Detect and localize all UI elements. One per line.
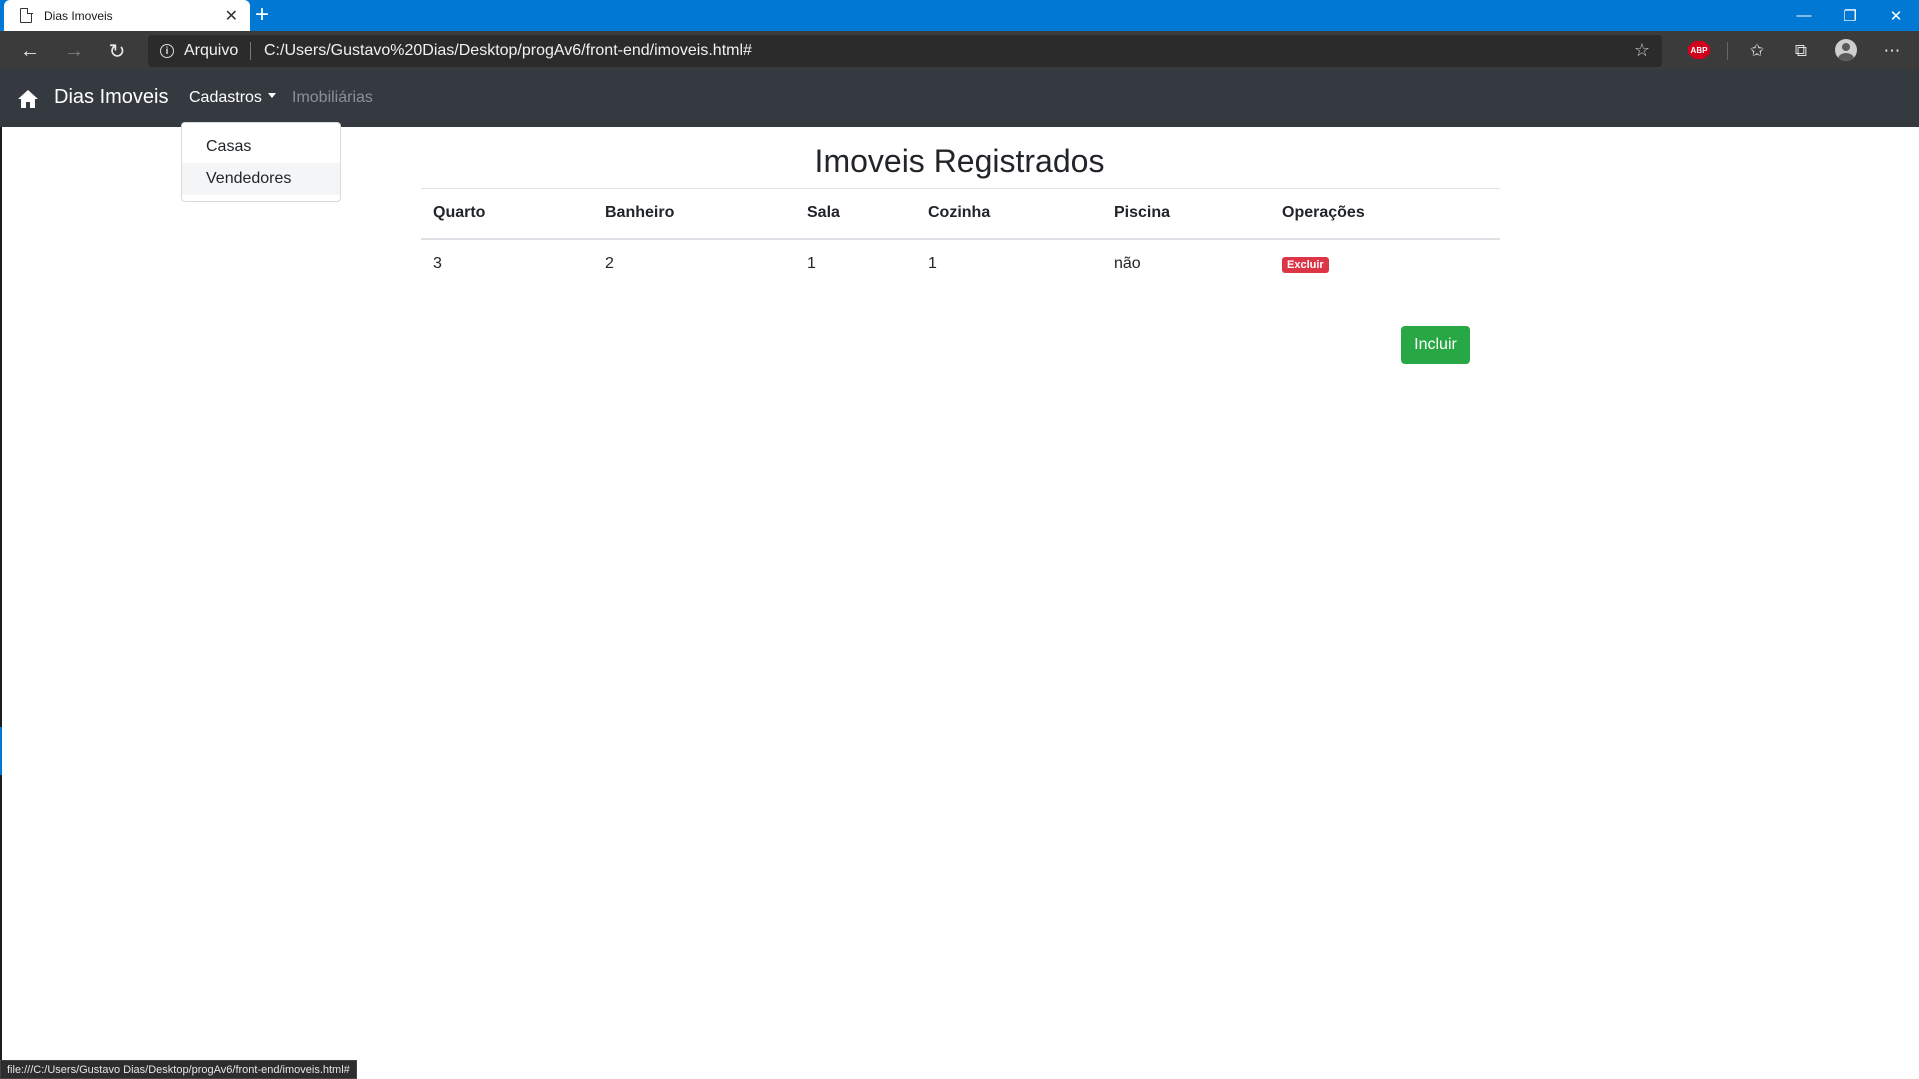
- cadastros-dropdown-menu: Casas Vendedores: [181, 122, 341, 202]
- toolbar-divider: [1727, 42, 1728, 60]
- table-header-row: Quarto Banheiro Sala Cozinha Piscina Ope…: [421, 188, 1500, 240]
- cell-banheiro: 2: [605, 255, 614, 272]
- window-left-edge-accent: [0, 727, 2, 775]
- favorites-icon[interactable]: ✩: [1745, 39, 1769, 63]
- cell-operacoes: Excluir: [1270, 239, 1500, 289]
- close-tab-icon[interactable]: ✕: [225, 6, 238, 26]
- incluir-button[interactable]: Incluir: [1401, 326, 1470, 364]
- column-header-operacoes: Operações: [1270, 188, 1500, 240]
- cell-cozinha: 1: [928, 255, 937, 272]
- collections-icon[interactable]: ⧉: [1789, 39, 1813, 63]
- tab-title: Dias Imoveis: [44, 8, 113, 23]
- tab-strip: Dias Imoveis ✕ + — ❐ ✕: [0, 0, 1919, 31]
- back-arrow-icon[interactable]: ←: [17, 38, 43, 64]
- browser-toolbar: ← → ↻ i Arquivo C:/Users/Gustavo%20Dias/…: [0, 31, 1919, 70]
- app-navbar: Dias Imoveis Cadastros Imobiliárias: [0, 70, 1919, 127]
- address-bar[interactable]: i Arquivo C:/Users/Gustavo%20Dias/Deskto…: [148, 35, 1662, 67]
- status-bar-url: file:///C:/Users/Gustavo Dias/Desktop/pr…: [0, 1060, 357, 1079]
- new-tab-button[interactable]: +: [255, 2, 269, 28]
- home-icon[interactable]: [18, 90, 38, 108]
- navbar-brand[interactable]: Dias Imoveis: [54, 86, 168, 109]
- page-icon: [20, 7, 33, 23]
- cell-sala: 1: [807, 255, 816, 272]
- forward-arrow-icon[interactable]: →: [61, 38, 87, 64]
- column-header-banheiro: Banheiro: [593, 188, 795, 240]
- browser-window: Dias Imoveis ✕ + — ❐ ✕ ← → ↻ i Arquivo C…: [0, 0, 1919, 1079]
- more-icon[interactable]: ⋯: [1880, 39, 1904, 63]
- adblock-extension-icon[interactable]: ABP: [1688, 41, 1710, 59]
- caret-down-icon: [267, 93, 276, 99]
- url-text[interactable]: C:/Users/Gustavo%20Dias/Desktop/progAv6/…: [264, 42, 752, 60]
- dropdown-item-vendedores[interactable]: Vendedores: [182, 163, 340, 195]
- nav-cadastros-dropdown[interactable]: Cadastros: [189, 89, 276, 107]
- column-header-piscina: Piscina: [1102, 188, 1270, 240]
- column-header-quarto: Quarto: [421, 188, 593, 240]
- window-left-edge: [0, 127, 2, 1079]
- minimize-button[interactable]: —: [1781, 0, 1827, 31]
- imoveis-table: Quarto Banheiro Sala Cozinha Piscina Ope…: [421, 188, 1500, 289]
- cell-quarto: 3: [433, 255, 442, 272]
- cell-piscina: não: [1114, 255, 1141, 272]
- info-icon[interactable]: i: [160, 44, 174, 58]
- column-header-cozinha: Cozinha: [916, 188, 1102, 240]
- scheme-label: Arquivo: [184, 42, 239, 59]
- window-close-button[interactable]: ✕: [1873, 0, 1919, 31]
- nav-cadastros-label: Cadastros: [189, 89, 262, 106]
- table-row: 3 2 1 1 não Excluir: [421, 239, 1500, 289]
- profile-icon[interactable]: [1835, 39, 1857, 61]
- excluir-button[interactable]: Excluir: [1282, 257, 1329, 273]
- refresh-icon[interactable]: ↻: [104, 38, 130, 64]
- nav-imobiliarias[interactable]: Imobiliárias: [292, 89, 373, 107]
- dropdown-item-casas[interactable]: Casas: [182, 131, 340, 163]
- column-header-sala: Sala: [795, 188, 916, 240]
- divider: [250, 42, 251, 60]
- restore-button[interactable]: ❐: [1827, 0, 1873, 31]
- tab-dias-imoveis[interactable]: Dias Imoveis ✕: [4, 0, 250, 31]
- star-icon[interactable]: ☆: [1634, 40, 1650, 61]
